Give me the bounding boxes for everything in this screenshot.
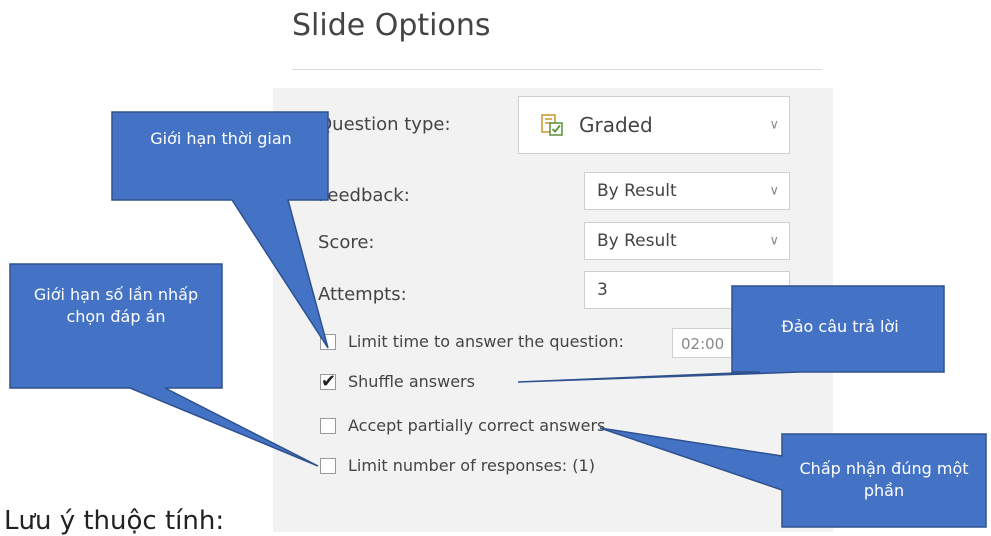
callout-attempts-limit: Giới hạn số lần nhấp chọn đáp án	[33, 285, 199, 326]
callout-partial: Chấp nhận đúng một phần	[799, 459, 969, 500]
callout-shuffle: Đảo câu trả lời	[781, 317, 899, 336]
callout-time-limit: Giới hạn thời gian	[150, 129, 292, 148]
callout-layer	[9, 111, 987, 528]
